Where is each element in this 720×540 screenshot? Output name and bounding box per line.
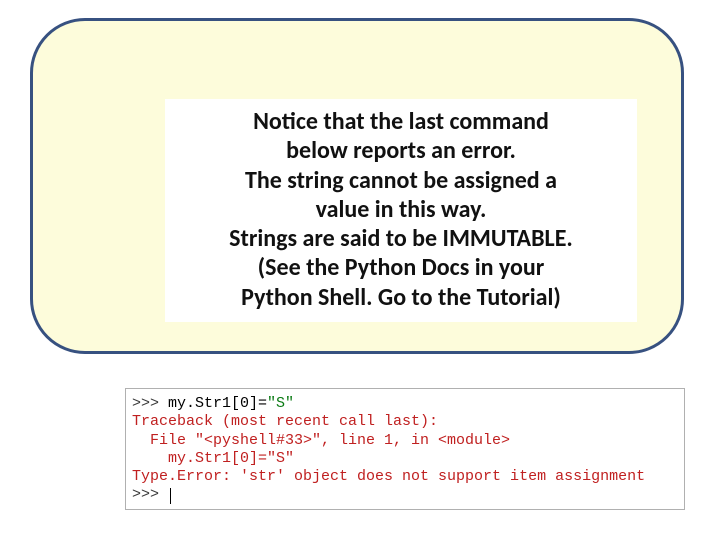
text-cursor-icon [170, 488, 171, 504]
prompt-text: >>> [132, 395, 168, 412]
callout-frame: Notice that the last command below repor… [30, 18, 684, 354]
callout-textbox: Notice that the last command below repor… [165, 99, 637, 322]
string-literal: "S" [267, 395, 294, 412]
code-line: >>> my.Str1[0]="S" [132, 395, 680, 413]
code-text: my.Str1[0]= [168, 395, 267, 412]
callout-line: Strings are said to be IMMUTABLE. [171, 224, 631, 253]
prompt-text: >>> [132, 486, 168, 504]
slide-stage: Notice that the last command below repor… [0, 0, 720, 540]
callout-line: Notice that the last command [171, 107, 631, 136]
traceback-line: Type.Error: 'str' object does not suppor… [132, 468, 680, 486]
callout-line: (See the Python Docs in your [171, 253, 631, 282]
traceback-line: my.Str1[0]="S" [132, 450, 680, 468]
traceback-line: Traceback (most recent call last): [132, 413, 680, 431]
callout-line: value in this way. [171, 195, 631, 224]
callout-line: below reports an error. [171, 136, 631, 165]
python-shell-output: >>> my.Str1[0]="S" Traceback (most recen… [125, 388, 685, 510]
callout-line: Python Shell. Go to the Tutorial) [171, 283, 631, 312]
code-line: >>> [132, 486, 680, 504]
traceback-line: File "<pyshell#33>", line 1, in <module> [132, 432, 680, 450]
callout-line: The string cannot be assigned a [171, 166, 631, 195]
